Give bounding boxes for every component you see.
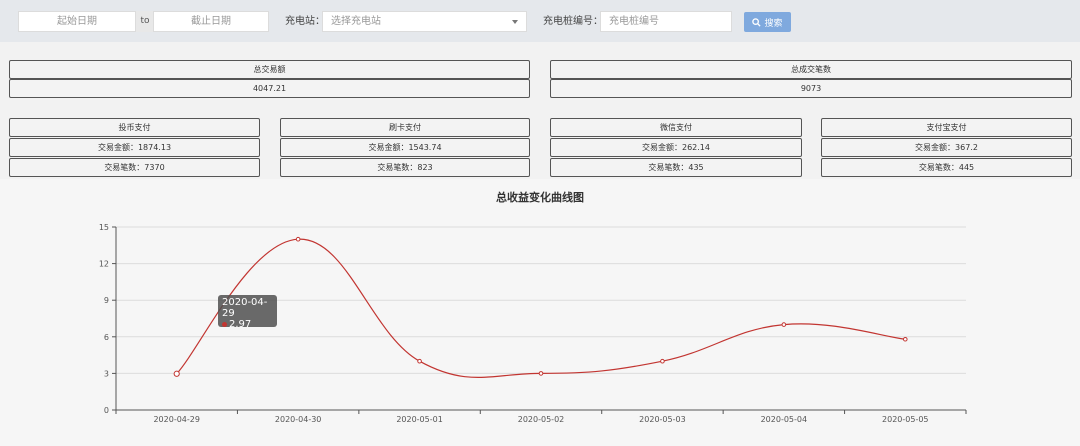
y-tick-label: 12: [99, 260, 109, 269]
tooltip-date: 2020-04-29: [222, 297, 268, 319]
chart-title: 总收益变化曲线图: [496, 190, 584, 204]
x-tick-label: 2020-05-05: [882, 415, 929, 424]
x-tick-label: 2020-04-30: [275, 415, 322, 424]
revenue-line-chart: 总收益变化曲线图 0 3 6 9 12 15 2020-04-29 2020-04-30 202…: [99, 190, 967, 424]
y-tick-label: 0: [104, 406, 109, 415]
data-point: [417, 358, 422, 364]
series-dot-icon: [222, 321, 227, 327]
data-point: [902, 336, 908, 342]
data-point: [538, 371, 544, 376]
x-tick-label: 2020-04-29: [153, 415, 200, 424]
x-tick-label: 2020-05-02: [518, 415, 565, 424]
series-line: [176, 238, 906, 378]
x-tick-label: 2020-05-01: [396, 415, 443, 424]
tooltip-value: 2.97: [229, 319, 252, 330]
data-point: [173, 370, 180, 377]
y-tick-label: 6: [104, 333, 109, 342]
x-tick-label: 2020-05-04: [761, 415, 808, 424]
y-tick-label: 15: [99, 223, 109, 232]
data-point: [781, 322, 787, 327]
data-point: [660, 358, 665, 364]
tooltip-value-row: 2.97: [222, 319, 273, 330]
y-tick-label: 9: [104, 296, 109, 305]
x-tick-label: 2020-05-03: [639, 415, 686, 424]
chart-tooltip: 2020-04-29 2.97: [218, 295, 277, 330]
data-point: [295, 236, 301, 242]
y-tick-label: 3: [104, 369, 109, 378]
